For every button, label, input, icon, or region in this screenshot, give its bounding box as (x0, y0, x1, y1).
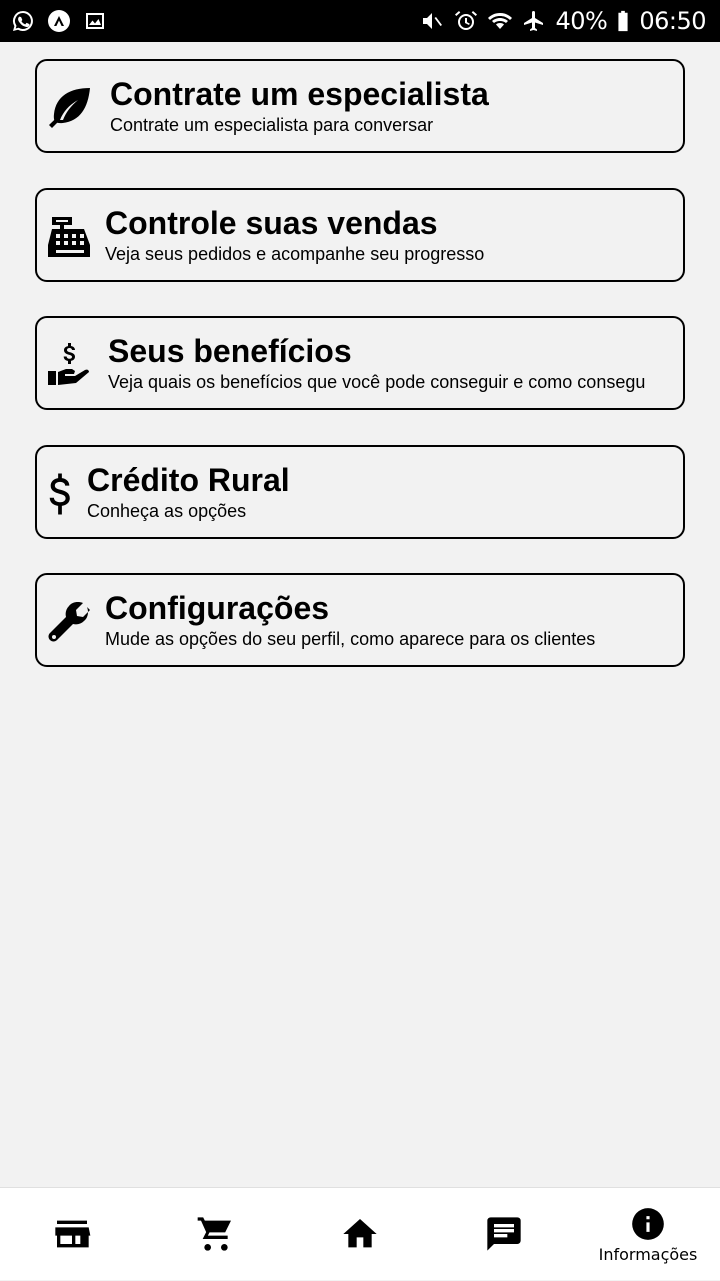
card-subtitle: Contrate um especialista para conversar (110, 115, 434, 135)
nav-home[interactable] (288, 1188, 432, 1281)
card-text: Controle suas vendas Veja seus pedidos e… (105, 204, 484, 266)
gallery-icon (82, 8, 108, 34)
card-text: Crédito Rural Conheça as opções (87, 461, 290, 523)
info-icon (632, 1207, 664, 1240)
wrench-icon (45, 597, 95, 647)
wifi-icon (487, 8, 513, 34)
leaf-icon (45, 83, 95, 133)
card-subtitle: Mude as opções do seu perfil, como apare… (105, 629, 596, 649)
card-subtitle: Veja seus pedidos e acompanhe seu progre… (105, 244, 485, 264)
card-hire-specialist[interactable]: Contrate um especialista Contrate um esp… (35, 59, 685, 153)
card-settings[interactable]: Configurações Mude as opções do seu perf… (35, 573, 685, 667)
status-left-icons (10, 8, 108, 34)
card-control-sales[interactable]: Controle suas vendas Veja seus pedidos e… (35, 188, 685, 282)
card-text: Contrate um especialista Contrate um esp… (110, 75, 489, 137)
card-text: Configurações Mude as opções do seu perf… (105, 589, 595, 651)
battery-icon (615, 8, 631, 34)
main-content: Contrate um especialista Contrate um esp… (0, 42, 720, 1187)
card-benefits[interactable]: Seus benefícios Veja quais os benefícios… (35, 316, 685, 410)
card-title: Crédito Rural (87, 462, 290, 498)
whatsapp-icon (10, 8, 36, 34)
card-title: Seus benefícios (108, 333, 352, 369)
app-icon (46, 8, 72, 34)
cash-register-icon (45, 212, 95, 262)
battery-percentage: 40% (555, 7, 608, 35)
mute-icon (419, 8, 445, 34)
nav-info[interactable]: Informações (576, 1188, 720, 1281)
card-title: Contrate um especialista (110, 76, 489, 112)
nav-label: Informações (598, 1244, 698, 1264)
card-subtitle: Conheça as opções (87, 501, 247, 521)
nav-store[interactable] (0, 1188, 144, 1281)
chat-icon (487, 1217, 521, 1251)
card-title: Controle suas vendas (105, 205, 438, 241)
airplane-icon (521, 8, 547, 34)
dollar-icon (45, 469, 75, 519)
card-text: Seus benefícios Veja quais os benefícios… (108, 332, 645, 394)
card-subtitle: Veja quais os benefícios que você pode c… (108, 372, 646, 392)
hand-dollar-icon (45, 340, 95, 390)
cart-icon (197, 1217, 231, 1251)
alarm-icon (453, 8, 479, 34)
status-right-icons: 40% 06:50 (419, 7, 706, 35)
card-rural-credit[interactable]: Crédito Rural Conheça as opções (35, 445, 685, 539)
nav-chat[interactable] (432, 1188, 576, 1281)
home-icon (343, 1219, 377, 1248)
card-title: Configurações (105, 590, 330, 626)
store-icon (55, 1220, 91, 1248)
status-bar: 40% 06:50 (0, 0, 720, 42)
clock: 06:50 (639, 7, 706, 35)
nav-cart[interactable] (144, 1188, 288, 1281)
bottom-navigation: Informações (0, 1187, 720, 1280)
